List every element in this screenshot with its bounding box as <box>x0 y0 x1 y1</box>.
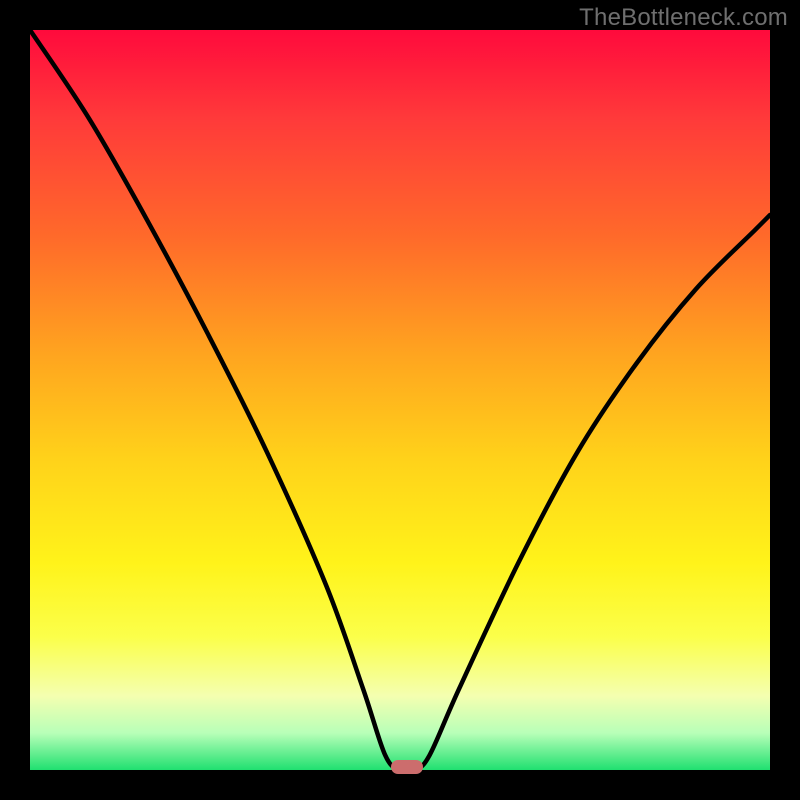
curve-path <box>30 30 770 770</box>
optimal-marker <box>391 760 423 774</box>
plot-area <box>30 30 770 770</box>
watermark-text: TheBottleneck.com <box>579 4 788 32</box>
chart-frame: TheBottleneck.com <box>0 0 800 800</box>
bottleneck-curve <box>30 30 770 770</box>
